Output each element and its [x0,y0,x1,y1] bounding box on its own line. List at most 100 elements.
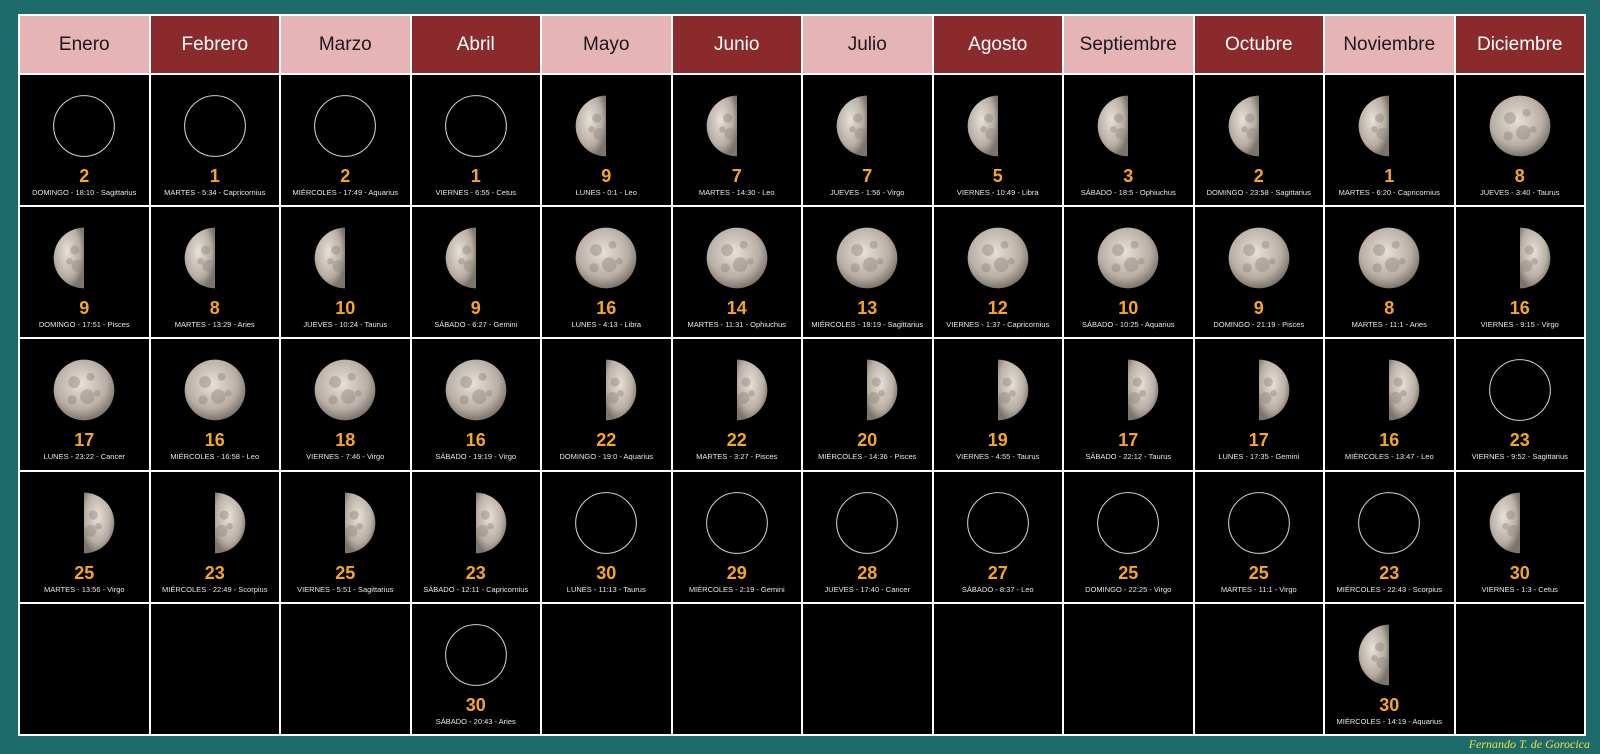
phase-details: VIERNES - 4:55 - Taurus [956,452,1040,462]
moon-phase-cell: 25 DOMINGO - 22:25 - Virgo [1064,471,1193,602]
full-moon-icon [575,227,637,289]
moon-phase-cell: 17 LUNES - 17:35 - Gemini [1194,339,1323,470]
moon-phase-cell: 30 SÁBADO - 20:43 - Aries [411,603,540,734]
moon-phase-cell: 5 VIERNES - 10:49 - Libra [933,75,1062,206]
phase-day-number: 14 [726,298,747,319]
moon-phase-cell: 30 LUNES - 11:13 - Taurus [542,471,671,602]
phase-details: SÁBADO - 8:37 - Leo [961,584,1034,594]
phase-day-number: 28 [857,562,878,583]
phase-details: LUNES - 4:13 - Libra [571,320,642,330]
last-quarter-moon-icon [1519,227,1551,289]
phase-day-number: 16 [596,298,617,319]
phase-details: DOMINGO - 21:19 - Pisces [1213,320,1305,330]
last-quarter-moon-icon [214,492,246,553]
full-moon-icon [1358,227,1420,289]
phase-day-number: 19 [987,430,1008,451]
first-quarter-moon-icon [1489,492,1520,553]
moon-phase-cell: 3 SÁBADO - 18:5 - Ophiuchus [1064,75,1193,206]
month-header-septiembre: Septiembre [1064,16,1193,73]
moon-phase-cell: 18 VIERNES - 7:46 - Virgo [281,339,410,470]
moon-phase-cell: 2 DOMINGO - 23:58 - Sagittarius [1194,75,1323,206]
phase-day-number: 17 [74,430,95,451]
phase-day-number: 30 [465,694,486,715]
phase-day-number: 2 [79,166,90,186]
last-quarter-moon-icon [997,360,1029,421]
full-moon-icon [184,360,246,421]
moon-phase-cell: 28 JUEVES - 17:40 - Cancer [803,471,932,602]
full-moon-icon [314,360,376,421]
phase-day-number: 27 [987,562,1008,583]
moon-phase-cell: 16 VIERNES - 9:15 - Virgo [1455,207,1584,338]
moon-phase-cell: 10 JUEVES - 10:24 - Taurus [281,207,410,338]
phase-day-number: 23 [1379,562,1400,583]
full-moon-icon [967,227,1029,289]
month-header-enero: Enero [20,16,149,73]
empty-cell [20,603,149,734]
phase-day-number: 23 [1509,430,1530,451]
phase-details: JUEVES - 17:40 - Cancer [824,584,910,594]
phase-details: MARTES - 5:34 - Capricornius [164,188,266,197]
moon-phase-cell: 16 MIÉRCOLES - 16:58 - Leo [150,339,279,470]
empty-cell [1455,603,1584,734]
phase-day-number: 9 [1253,298,1264,319]
phase-day-number: 1 [209,166,220,186]
phase-details: VIERNES - 1:3 - Cetus [1481,584,1558,594]
phase-day-number: 22 [726,430,747,451]
phase-day-number: 9 [79,298,90,319]
moon-phase-cell: 13 MIÉRCOLES - 18:19 - Sagittarius [803,207,932,338]
phase-details: VIERNES - 9:52 - Sagittarius [1471,452,1568,462]
phase-details: VIERNES - 5:51 - Sagittarius [297,584,394,594]
last-quarter-moon-icon [1389,360,1420,421]
first-quarter-moon-icon [184,227,215,289]
phase-details: MARTES - 11:1 - Virgo [1220,584,1297,594]
first-quarter-moon-icon [967,95,998,157]
new-moon-icon [1358,491,1421,554]
moon-phase-cell: 14 MARTES - 11:31 - Ophiuchus [672,207,801,338]
phase-details: MIÉRCOLES - 13:47 - Leo [1344,452,1434,462]
phase-day-number: 30 [596,562,617,583]
phase-day-number: 29 [726,562,747,583]
month-header-febrero: Febrero [150,16,279,73]
moon-phase-cell: 9 SÁBADO - 6:27 - Gemini [411,207,540,338]
last-quarter-moon-icon [867,360,898,421]
last-quarter-moon-icon [475,492,507,553]
phase-details: MIÉRCOLES - 18:19 - Sagittarius [811,320,924,330]
phase-details: SÁBADO - 10:25 - Aquarius [1081,320,1175,330]
phase-day-number: 23 [204,562,225,583]
moon-phase-cell: 20 MIÉRCOLES - 14:36 - Pisces [803,339,932,470]
moon-phase-cell: 9 DOMINGO - 21:19 - Pisces [1194,207,1323,338]
phase-details: SÁBADO - 18:5 - Ophiuchus [1080,188,1176,197]
full-moon-icon [1097,227,1159,289]
last-quarter-moon-icon [1258,360,1290,421]
phase-details: SÁBADO - 22:12 - Taurus [1085,452,1172,462]
phase-day-number: 25 [1118,562,1139,583]
moon-phase-cell: 17 LUNES - 23:22 - Cancer [20,339,149,470]
full-moon-icon [53,360,115,421]
empty-cell [933,603,1062,734]
new-moon-icon [705,491,768,554]
first-quarter-moon-icon [1358,95,1390,157]
moon-phase-cell: 10 SÁBADO - 10:25 - Aquarius [1064,207,1193,338]
first-quarter-moon-icon [53,227,85,289]
moon-phase-cell: 17 SÁBADO - 22:12 - Taurus [1064,339,1193,470]
phase-day-number: 25 [74,562,95,583]
last-quarter-moon-icon [345,492,376,553]
phase-day-number: 25 [335,562,356,583]
phase-details: JUEVES - 1:56 - Virgo [830,188,905,197]
phase-details: VIERNES - 7:46 - Virgo [306,452,385,462]
moon-phase-cell: 8 MARTES - 11:1 - Aries [1325,207,1454,338]
phase-details: LUNES - 0:1 - Leo [575,188,637,197]
phase-details: JUEVES - 3:40 - Taurus [1480,188,1560,197]
phase-details: VIERNES - 1:37 - Capricornius [946,320,1050,330]
first-quarter-moon-icon [1228,95,1259,157]
phase-details: VIERNES - 6:55 - Cetus [435,188,516,197]
moon-phase-cell: 9 DOMINGO - 17:51 - Pisces [20,207,149,338]
moon-phase-cell: 2 DOMINGO - 18:10 - Sagittarius [20,75,149,206]
phase-day-number: 8 [1384,298,1395,319]
new-moon-icon [1488,359,1551,422]
new-moon-icon [1097,491,1160,554]
phase-day-number: 22 [596,430,617,451]
moon-phase-cell: 7 MARTES - 14:30 - Leo [672,75,801,206]
phase-day-number: 16 [465,430,486,451]
phase-day-number: 9 [470,298,481,319]
